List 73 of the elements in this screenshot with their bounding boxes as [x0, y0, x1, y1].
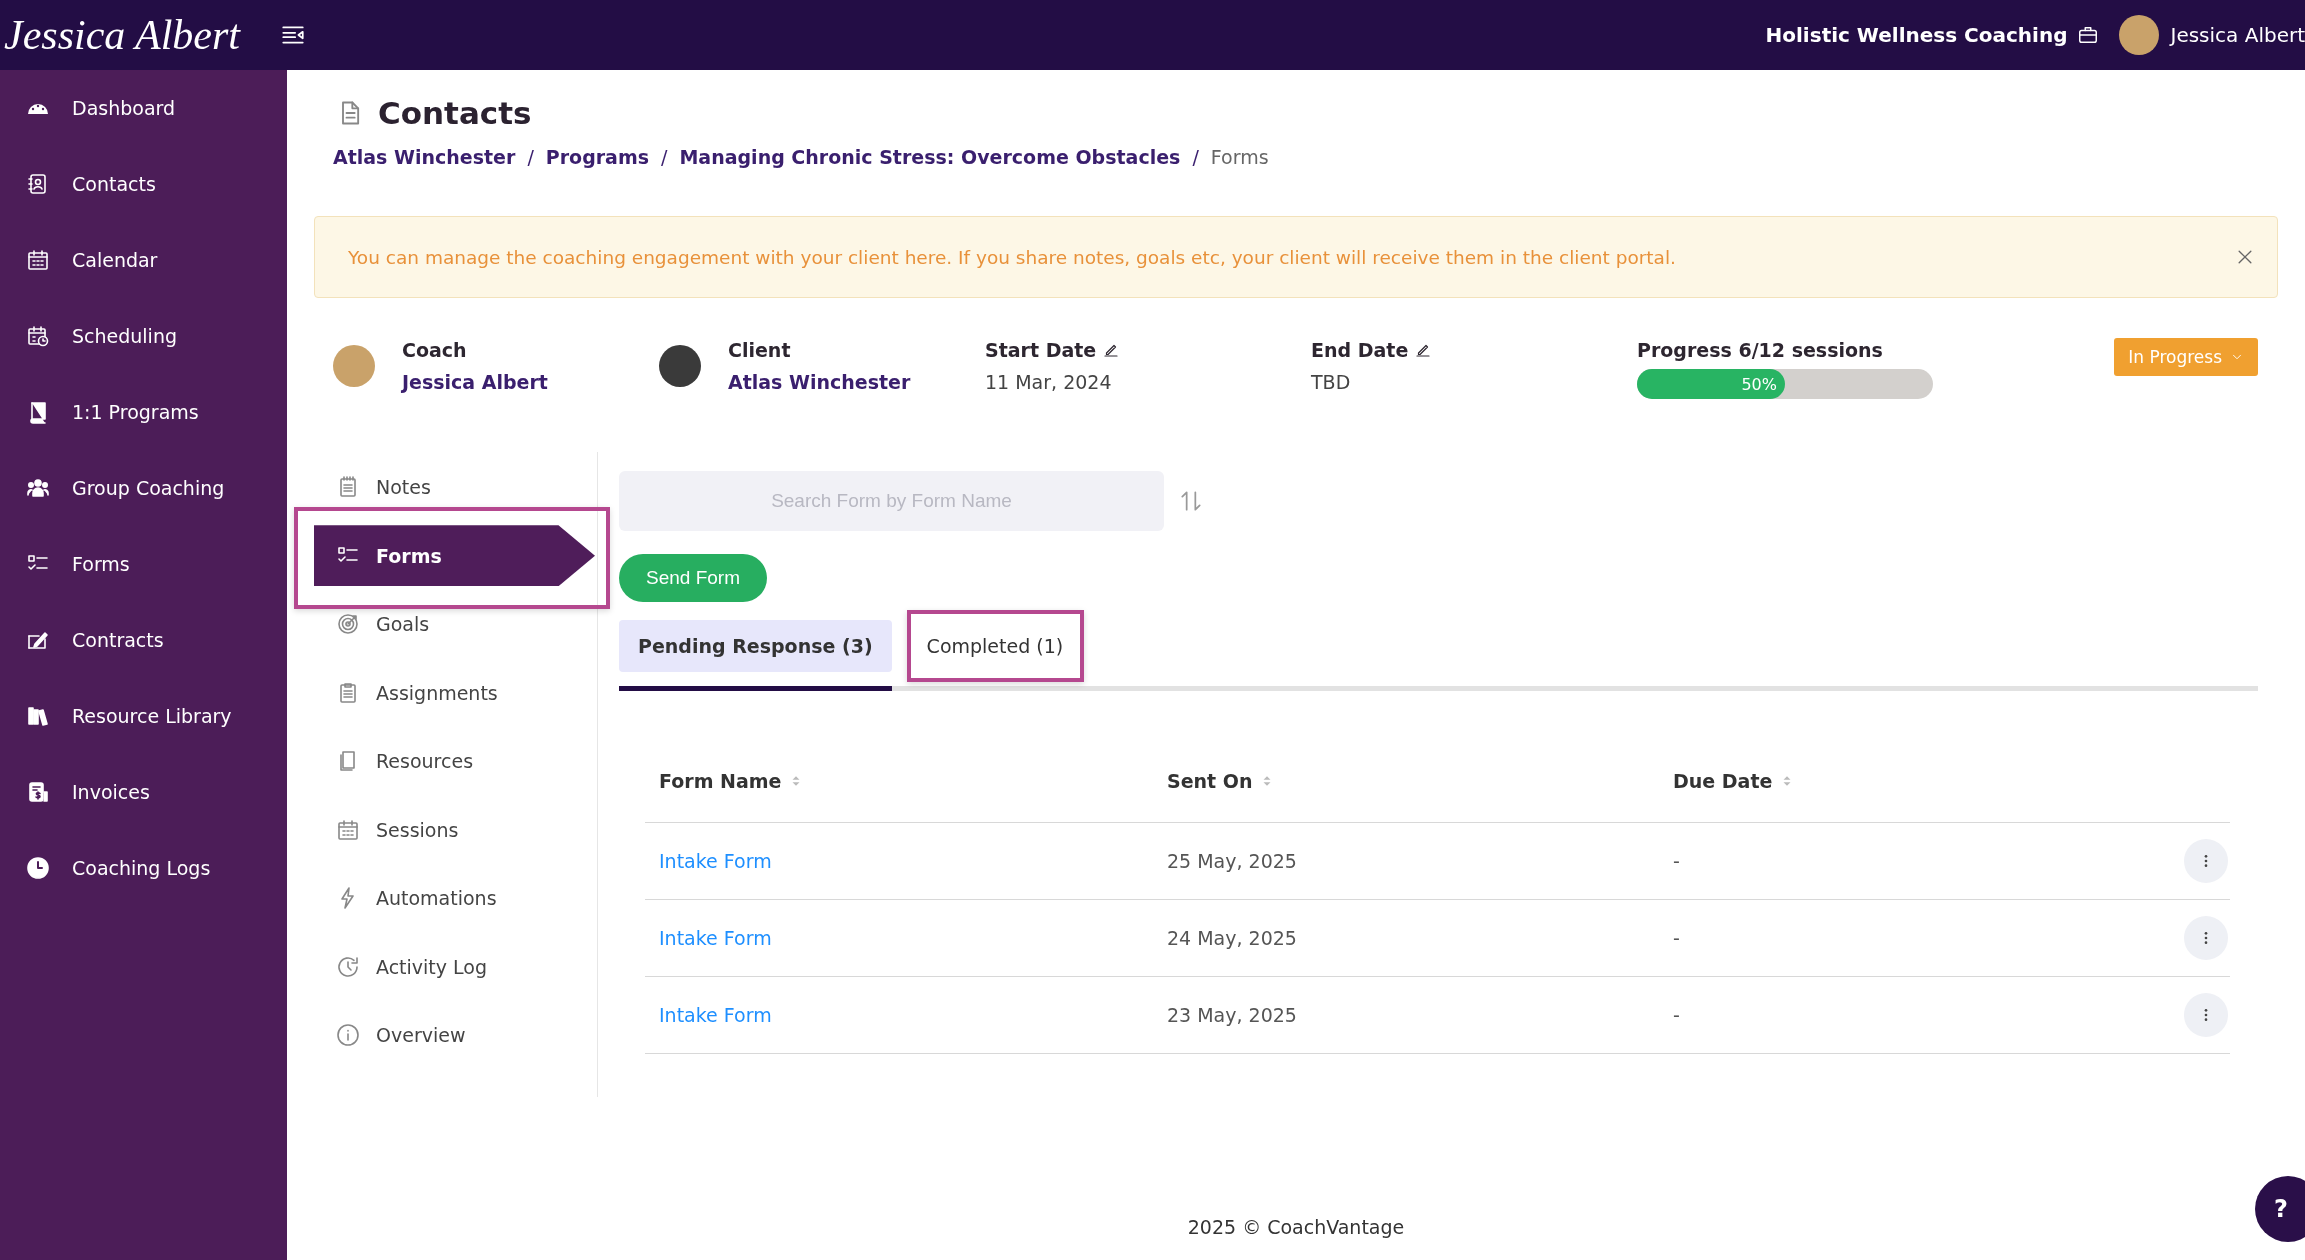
- column-header[interactable]: Form Name: [659, 770, 804, 792]
- briefcase-icon: [2077, 24, 2100, 46]
- program-menu-item[interactable]: Sessions: [314, 795, 597, 864]
- coach-avatar: [333, 345, 375, 387]
- sidebar-item[interactable]: Dashboard: [0, 70, 287, 146]
- client-name[interactable]: Atlas Winchester: [728, 371, 911, 393]
- due-date-cell: -: [1659, 899, 2056, 977]
- tab[interactable]: Completed (1): [907, 620, 1083, 672]
- breadcrumb-separator: /: [1192, 146, 1199, 168]
- calendar-clock-icon: [26, 324, 50, 348]
- sidebar-item[interactable]: Calendar: [0, 222, 287, 298]
- breadcrumb-current: Forms: [1210, 146, 1269, 168]
- search-field[interactable]: Search Form by Form Name: [619, 471, 1164, 531]
- help-button[interactable]: ?: [2255, 1176, 2305, 1242]
- date-label: End Date: [1311, 339, 1409, 361]
- client-label: Client: [728, 339, 792, 361]
- breadcrumb-separator: /: [527, 146, 534, 168]
- program-menu-item[interactable]: Automations: [314, 864, 597, 933]
- sidebar-item[interactable]: Invoices: [0, 754, 287, 830]
- progress-label: Progress 6/12 sessions: [1637, 339, 1884, 361]
- sidebar-item[interactable]: Group Coaching: [0, 450, 287, 526]
- sidebar-item[interactable]: 1:1 Programs: [0, 374, 287, 450]
- sidebar-item[interactable]: Contracts: [0, 602, 287, 678]
- due-date-cell: -: [1659, 976, 2056, 1054]
- program-menu-item[interactable]: Assignments: [314, 658, 597, 727]
- client-avatar: [659, 345, 701, 387]
- sent-on-cell: 23 May, 2025: [1153, 976, 1659, 1054]
- progress-fill: 50%: [1637, 369, 1785, 399]
- sidebar-item[interactable]: Coaching Logs: [0, 830, 287, 906]
- program-menu-item[interactable]: Forms: [314, 525, 595, 587]
- clock-icon: [26, 856, 50, 880]
- breadcrumb-link[interactable]: Programs: [545, 146, 650, 168]
- calendar-icon: [26, 248, 50, 272]
- due-date-cell: -: [1659, 822, 2056, 900]
- user-name[interactable]: Jessica Albert: [2170, 23, 2305, 47]
- column-header[interactable]: Sent On: [1167, 770, 1275, 792]
- program-menu-item[interactable]: Goals: [314, 590, 597, 659]
- invoice-icon: [26, 780, 50, 804]
- program-menu-item[interactable]: Activity Log: [314, 932, 597, 1001]
- info-icon: [336, 1023, 360, 1048]
- alert-message: You can manage the coaching engagement with your client here. If you share notes, goals etc, your client will receive them in the client portal.: [348, 246, 1677, 268]
- coach-name[interactable]: Jessica Albert: [402, 371, 548, 393]
- breadcrumb-link[interactable]: Managing Chronic Stress: Overcome Obstacles: [679, 146, 1181, 168]
- calendar-icon: [336, 817, 360, 842]
- logo: Jessica Albert: [4, 10, 240, 60]
- sidebar-item[interactable]: Contacts: [0, 146, 287, 222]
- history-clock-icon: [336, 954, 360, 979]
- sent-on-cell: 25 May, 2025: [1153, 822, 1659, 900]
- books-icon: [26, 704, 50, 728]
- sidebar-item[interactable]: Resource Library: [0, 678, 287, 754]
- program-menu-item[interactable]: Overview: [314, 1001, 597, 1070]
- breadcrumb-separator: /: [661, 146, 668, 168]
- breadcrumb-link[interactable]: Atlas Winchester: [333, 146, 516, 168]
- coach-label: Coach: [402, 339, 468, 361]
- group-icon: [26, 476, 50, 500]
- program-menu-item[interactable]: Resources: [314, 727, 597, 796]
- tab[interactable]: Pending Response (3): [619, 620, 892, 672]
- row-actions-button[interactable]: [2184, 839, 2228, 883]
- program-menu-item[interactable]: Notes: [314, 453, 597, 522]
- footer-text: 2025 © CoachVantage: [1186, 1216, 1406, 1240]
- business-name: Holistic Wellness Coaching: [1765, 23, 2068, 47]
- column-header[interactable]: Due Date: [1673, 770, 1795, 792]
- row-actions-button[interactable]: [2184, 916, 2228, 960]
- sidebar-item[interactable]: Forms: [0, 526, 287, 602]
- date-label: Start Date: [985, 339, 1097, 361]
- page-title: Contacts: [378, 95, 532, 131]
- sidebar-item[interactable]: Scheduling: [0, 298, 287, 374]
- sent-on-cell: 24 May, 2025: [1153, 899, 1659, 977]
- row-actions-button[interactable]: [2184, 993, 2228, 1037]
- avatar: [2119, 15, 2160, 55]
- date-value: 11 Mar, 2024: [985, 371, 1113, 393]
- date-value: TBD: [1311, 371, 1352, 393]
- target-icon: [336, 612, 360, 637]
